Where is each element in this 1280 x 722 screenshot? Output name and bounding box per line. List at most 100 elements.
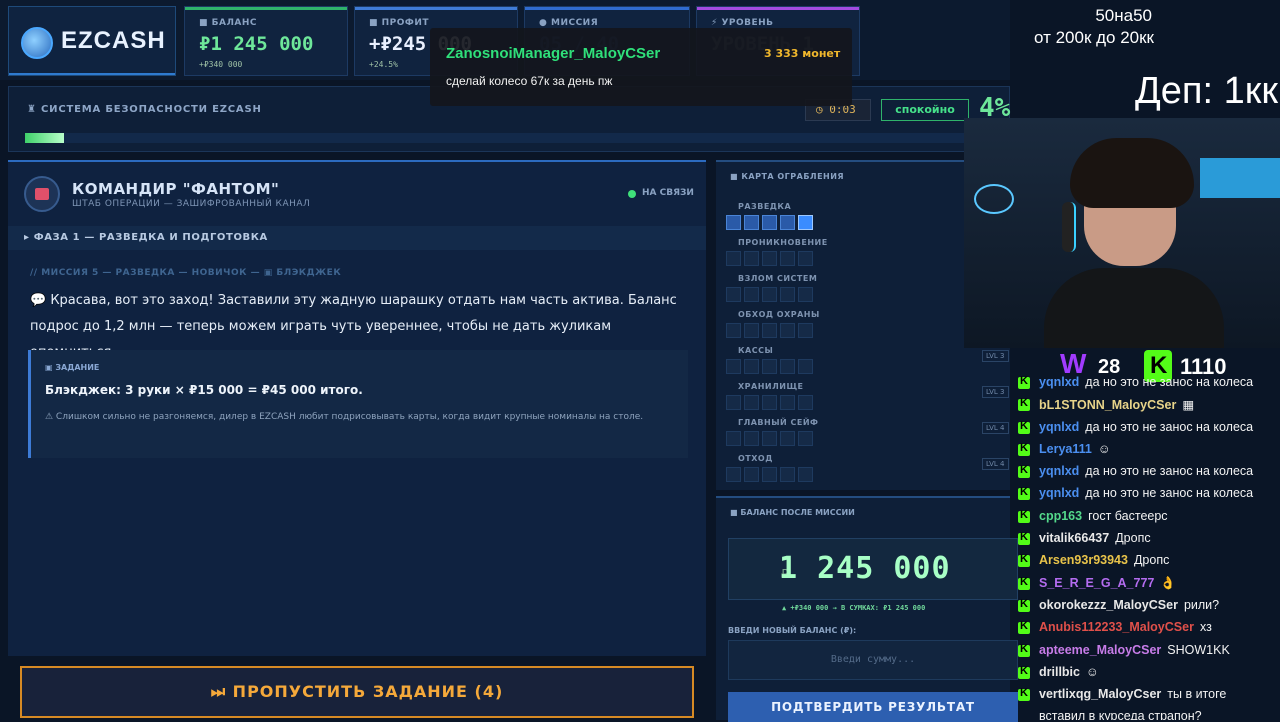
map-cell: [798, 323, 813, 338]
kick-badge-icon: [1018, 464, 1030, 479]
map-cell: [762, 215, 777, 230]
logo-text: EZCASH: [61, 27, 166, 54]
chat-message: Arsen93r93943Дропс: [1014, 550, 1280, 572]
chat-text: да но это не занос на колеса: [1085, 464, 1254, 479]
map-cell: [798, 251, 813, 266]
stat-label: ■ БАЛАНС: [199, 18, 258, 28]
chat-username[interactable]: Lerya111 ☺: [1039, 442, 1111, 456]
chat-username[interactable]: yqnlxd да но это не занос на колеса: [1039, 420, 1253, 434]
map-cell: [798, 359, 813, 374]
map-stage-level: LVL 4: [982, 458, 1009, 470]
kick-badge-icon: [1018, 397, 1030, 412]
map-cell: [798, 215, 813, 230]
chat-message: drillbic☺: [1014, 662, 1280, 684]
chat-username[interactable]: cpp163 гост бастеерс: [1039, 509, 1168, 523]
chat-message: vertlixqg_MaloyCserты в итоге: [1014, 684, 1280, 706]
chat-text: ☺: [1085, 664, 1099, 679]
chat-text: вставил в курседа страпон?: [1039, 709, 1202, 720]
map-stage-cells: [726, 323, 816, 339]
chat-message: Lerya111☺: [1014, 439, 1280, 461]
stat-card: ■ БАЛАНС ₽1 245 000 +₽340 000: [184, 6, 348, 76]
map-cell: [726, 215, 741, 230]
confirm-result-button[interactable]: ПОДТВЕРДИТЬ РЕЗУЛЬТАТ: [728, 692, 1018, 722]
donation-popup: ZanosnoiManager_MaloyCSer 3 333 монет сд…: [430, 28, 852, 106]
chat-username[interactable]: Anubis112233_MaloyCSer хз: [1039, 620, 1212, 634]
map-cell: [726, 251, 741, 266]
map-stage-cells: [726, 431, 816, 447]
map-stage-cells: [726, 287, 816, 303]
chat-username[interactable]: vertlixqg_MaloyCser ты в итоге: [1039, 687, 1226, 701]
map-cell: [780, 395, 795, 410]
chat-username[interactable]: apteeme_MaloyCSer SHOW1KK: [1039, 643, 1230, 657]
commander-subtitle: ШТАБ ОПЕРАЦИИ — ЗАШИФРОВАННЫЙ КАНАЛ: [72, 199, 311, 209]
map-cell: [744, 359, 759, 374]
chat-username[interactable]: Arsen93r93943 Дропс: [1039, 553, 1169, 567]
overlay-line2: от 200к до 20кк: [1034, 28, 1154, 47]
kick-badge-icon: [1018, 553, 1030, 568]
map-cell: [744, 467, 759, 482]
task-header: ▣ ЗАДАНИЕ: [45, 363, 100, 372]
map-stage-label: ПРОНИКНОВЕНИЕ: [738, 238, 828, 247]
stat-sub: +24.5%: [369, 60, 398, 69]
map-cell: [762, 251, 777, 266]
map-stage-cells: [726, 395, 816, 411]
map-stage-cells: [726, 467, 816, 483]
map-cell: [780, 215, 795, 230]
chat-username[interactable]: vitalik66437 Дропс: [1039, 531, 1151, 545]
chat-message: S_E_R_E_G_A_777👌: [1014, 573, 1280, 595]
chat-message: okorokezzz_MaloyCSerрили?: [1014, 595, 1280, 617]
commander-title: КОМАНДИР "ФАНТОМ": [72, 180, 280, 198]
chat-message: Anubis112233_MaloyCSerхз: [1014, 617, 1280, 639]
map-stage-cells: [726, 359, 816, 375]
map-cell: [762, 323, 777, 338]
mission-line: // МИССИЯ 5 — РАЗВЕДКА — НОВИЧОК — ▣ БЛЭ…: [30, 268, 342, 278]
stat-accent-bar: [185, 7, 347, 10]
map-stage-cells: [726, 251, 816, 267]
stat-label: ⚡ УРОВЕНЬ: [711, 18, 774, 28]
chat-username[interactable]: S_E_R_E_G_A_777 👌: [1039, 576, 1176, 591]
chat-username[interactable]: yqnlxd да но это не занос на колеса: [1039, 464, 1253, 478]
map-cell: [744, 251, 759, 266]
map-stage-label: РАЗВЕДКА: [738, 202, 792, 211]
popup-amount: 3 333 монет: [764, 47, 841, 60]
map-stage-label: ВЗЛОМ СИСТЕМ: [738, 274, 818, 283]
kick-badge-icon: [1018, 509, 1030, 523]
chat-text: да но это не занос на колеса: [1085, 419, 1254, 434]
new-balance-input[interactable]: Введи сумму...: [728, 640, 1018, 680]
kick-badge-icon: [1018, 531, 1030, 546]
map-stage-cells: [726, 215, 816, 231]
balance-display: ₽ 1 245 000: [728, 538, 1018, 600]
monitor-glow: [1200, 158, 1280, 198]
chat-username[interactable]: drillbic ☺: [1039, 665, 1099, 679]
map-cell: [744, 395, 759, 410]
chat-username[interactable]: okorokezzz_MaloyCSer рили?: [1039, 598, 1219, 612]
chat-username[interactable]: yqnlxd да но это не занос на колеса: [1039, 375, 1253, 389]
chat-username[interactable]: вставил в курседа страпон?: [1039, 709, 1202, 720]
skip-task-button[interactable]: ⏭ ПРОПУСТИТЬ ЗАДАНИЕ (4): [20, 666, 694, 718]
kick-badge-icon: [1018, 665, 1030, 679]
chat-message: yqnlxdда но это не занос на колеса: [1014, 461, 1280, 483]
kick-badge-icon: [1018, 486, 1030, 501]
chat-text: хз: [1199, 620, 1212, 635]
new-balance-label: ВВЕДИ НОВЫЙ БАЛАНС (₽):: [728, 626, 857, 635]
kick-badge-icon: [1018, 576, 1030, 590]
map-cell: [726, 467, 741, 482]
map-cell: [798, 431, 813, 446]
security-title: ♜ СИСТЕМА БЕЗОПАСНОСТИ EZCASH: [27, 104, 262, 115]
chat-text: да но это не занос на колеса: [1085, 486, 1254, 501]
chat-username[interactable]: bL1STONN_MaloyCSer ▦: [1039, 397, 1194, 412]
map-cell: [762, 467, 777, 482]
online-dot-icon: [628, 190, 636, 198]
neon-logo-icon: [974, 184, 1014, 214]
overlay-line1: 50на50: [1095, 6, 1152, 25]
stat-accent-bar: [355, 7, 517, 10]
chat-text: ▦: [1182, 398, 1195, 413]
chat-username[interactable]: yqnlxd да но это не занос на колеса: [1039, 486, 1253, 500]
phase-header[interactable]: ▸ ФАЗА 1 — РАЗВЕДКА И ПОДГОТОВКА: [8, 226, 706, 250]
chat-message: vitalik66437Дропс: [1014, 528, 1280, 550]
map-cell: [780, 359, 795, 374]
balance-panel: ■ БАЛАНС ПОСЛЕ МИССИИ ₽ 1 245 000 ▲ +₽34…: [716, 496, 1018, 722]
map-cell: [780, 323, 795, 338]
map-cell: [762, 431, 777, 446]
task-warning: ⚠ Слишком сильно не разгоняемся, дилер в…: [45, 412, 644, 422]
